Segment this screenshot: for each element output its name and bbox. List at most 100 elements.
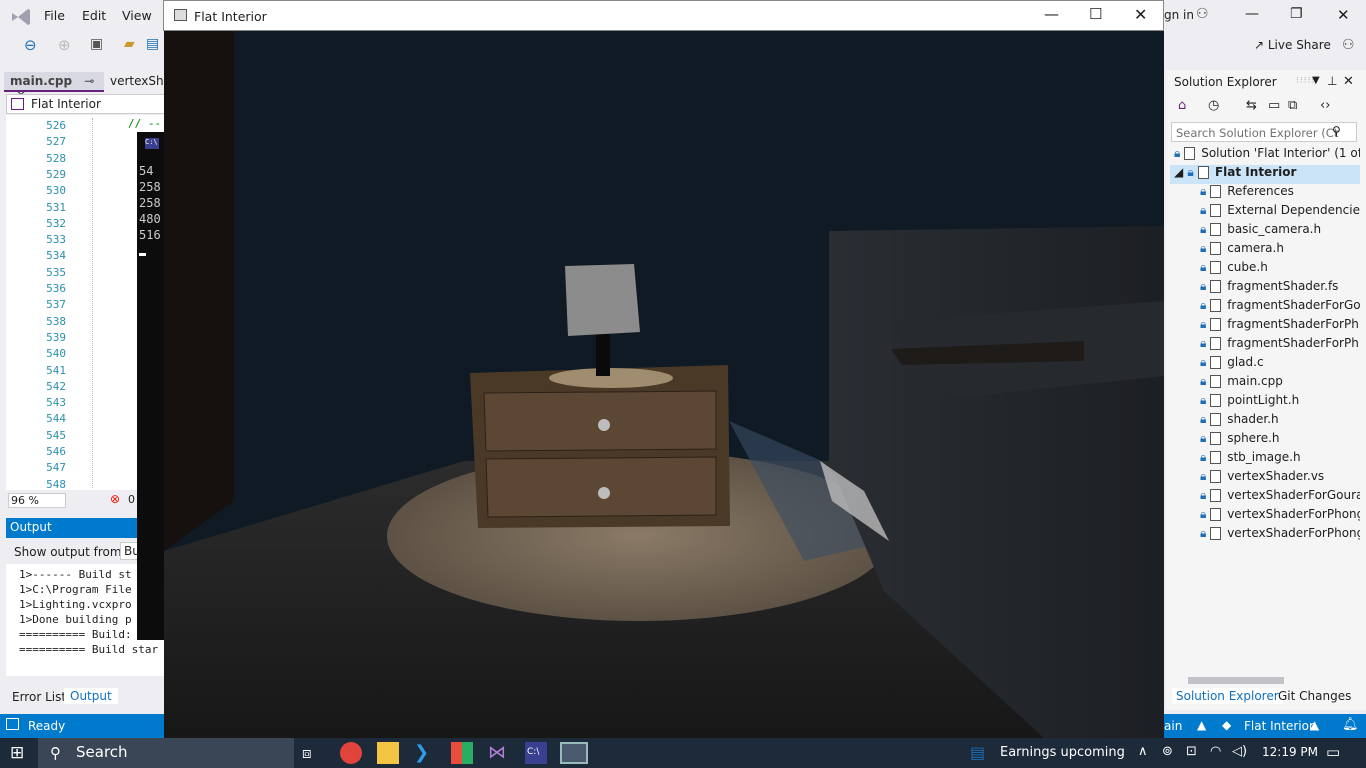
save-icon[interactable]: ▤ bbox=[146, 36, 159, 52]
vscode-icon[interactable]: ❯ bbox=[414, 742, 436, 764]
status-project[interactable]: Flat Interior bbox=[1244, 719, 1314, 733]
line-number: 540 bbox=[46, 347, 66, 361]
file-explorer-icon[interactable] bbox=[377, 742, 399, 764]
gl-window-title-bar[interactable]: Flat Interior — ☐ ✕ bbox=[163, 0, 1164, 31]
se-close-icon[interactable]: ✕ bbox=[1343, 74, 1354, 89]
meet-icon[interactable]: ⊚ bbox=[1162, 744, 1173, 759]
se-item-label: basic_camera.h bbox=[1227, 222, 1322, 236]
search-icon[interactable]: ⚲ bbox=[1332, 124, 1341, 138]
se-item[interactable]: 🔒︎ basic_camera.h bbox=[1170, 222, 1360, 241]
feedback-icon[interactable]: ⚇ bbox=[1342, 37, 1355, 53]
home-icon[interactable]: ⌂ bbox=[1178, 98, 1186, 113]
lock-icon: 🔒︎ bbox=[1200, 260, 1211, 274]
opengl-canvas[interactable] bbox=[164, 31, 1164, 738]
code-view-icon[interactable]: ‹› bbox=[1320, 98, 1330, 113]
se-item[interactable]: 🔒︎ shader.h bbox=[1170, 412, 1360, 431]
se-item[interactable]: 🔒︎ stb_image.h bbox=[1170, 450, 1360, 469]
gl-app-icon[interactable] bbox=[560, 742, 588, 764]
tab-vertex-shader[interactable]: vertexShac bbox=[104, 72, 178, 92]
console-window[interactable]: C:\ 54 258 258 480 516 bbox=[137, 132, 167, 640]
se-solution-row[interactable]: 🔒︎ Solution 'Flat Interior' (1 of 1 bbox=[1170, 146, 1360, 165]
pin-icon[interactable]: ⊸ bbox=[84, 74, 94, 88]
error-icon[interactable]: ⊗ bbox=[110, 492, 120, 506]
maximize-icon[interactable]: ☐ bbox=[1089, 5, 1102, 23]
vs-restore-icon[interactable]: ❐ bbox=[1290, 6, 1303, 22]
lock-icon: 🔒︎ bbox=[1200, 203, 1211, 217]
se-project-row[interactable]: ◢ 🔒︎ Flat Interior bbox=[1170, 165, 1360, 184]
solution-explorer-search[interactable]: Search Solution Explorer (Ct bbox=[1171, 122, 1357, 142]
tab-output[interactable]: Output bbox=[64, 688, 118, 704]
zoom-combo[interactable]: 96 % bbox=[8, 493, 66, 508]
se-item[interactable]: 🔒︎ glad.c bbox=[1170, 355, 1360, 374]
vs-close-icon[interactable]: ✕ bbox=[1337, 6, 1350, 24]
sync-icon[interactable]: ⇆ bbox=[1246, 98, 1257, 113]
open-folder-icon[interactable]: ▰ bbox=[124, 36, 135, 52]
visual-studio-logo-icon[interactable] bbox=[10, 6, 32, 28]
sign-in-link[interactable]: gn in bbox=[1164, 8, 1194, 22]
show-all-files-icon[interactable]: ⧉ bbox=[1288, 98, 1297, 113]
close-icon[interactable]: ✕ bbox=[1134, 5, 1147, 24]
account-icon[interactable]: ⚇ bbox=[1196, 6, 1209, 22]
forward-icon[interactable]: ⊕ bbox=[58, 36, 71, 54]
se-item[interactable]: 🔒︎ main.cpp bbox=[1170, 374, 1360, 393]
se-item[interactable]: 🔒︎ fragmentShader.fs bbox=[1170, 279, 1360, 298]
history-icon[interactable]: ◷ bbox=[1208, 98, 1219, 113]
news-text[interactable]: Earnings upcoming bbox=[1000, 745, 1125, 760]
volume-icon[interactable]: ◁) bbox=[1232, 744, 1247, 759]
back-icon[interactable]: ⊖ bbox=[24, 36, 37, 54]
menu-file[interactable]: File bbox=[44, 8, 65, 23]
se-item[interactable]: 🔒︎ vertexShader.vs bbox=[1170, 469, 1360, 488]
se-item[interactable]: 🔒︎ vertexShaderForGoura bbox=[1170, 488, 1360, 507]
se-item[interactable]: 🔒︎ pointLight.h bbox=[1170, 393, 1360, 412]
navigation-combo[interactable]: Flat Interior bbox=[6, 94, 166, 114]
vs-minimize-icon[interactable]: — bbox=[1245, 6, 1259, 22]
action-center-icon[interactable]: ▭ bbox=[1326, 743, 1340, 761]
file-icon bbox=[1210, 280, 1222, 293]
tab-git-changes[interactable]: Git Changes bbox=[1278, 689, 1351, 703]
se-dropdown-icon[interactable]: ▼ bbox=[1312, 75, 1320, 86]
notifications-icon[interactable]: 🔔︎ bbox=[1342, 717, 1359, 732]
task-view-icon[interactable]: ⧈ bbox=[302, 744, 312, 762]
menu-edit[interactable]: Edit bbox=[82, 8, 106, 23]
chrome-icon[interactable] bbox=[340, 742, 362, 764]
lock-icon: 🔒︎ bbox=[1200, 412, 1211, 426]
minimize-icon[interactable]: — bbox=[1044, 5, 1059, 23]
menu-view[interactable]: View bbox=[122, 8, 152, 23]
collapse-all-icon[interactable]: ▭ bbox=[1268, 98, 1280, 113]
chevron-up-icon[interactable]: ∧ bbox=[1138, 744, 1148, 759]
clock[interactable]: 12:19 PM bbox=[1262, 745, 1318, 759]
start-icon[interactable]: ⊞ bbox=[10, 743, 24, 763]
lamp-light bbox=[549, 368, 673, 388]
se-hscrollbar[interactable] bbox=[1178, 675, 1358, 685]
new-project-icon[interactable]: ▣ bbox=[90, 36, 103, 52]
scroll-thumb[interactable] bbox=[1188, 677, 1284, 684]
se-item-label: External Dependencies bbox=[1227, 203, 1360, 217]
tab-main-cpp[interactable]: main.cpp ⊸ ✕ bbox=[4, 72, 104, 102]
wifi-icon[interactable]: ◠ bbox=[1210, 744, 1221, 759]
se-item[interactable]: 🔒︎ vertexShaderForPhong bbox=[1170, 526, 1360, 545]
project-dropdown-icon[interactable]: ▲ bbox=[1310, 718, 1319, 732]
file-icon bbox=[1210, 489, 1222, 502]
lock-icon: 🔒︎ bbox=[1200, 336, 1211, 350]
pin-panel-icon[interactable]: ⊥ bbox=[1327, 74, 1337, 88]
se-item[interactable]: 🔒︎ camera.h bbox=[1170, 241, 1360, 260]
display-icon[interactable]: ⊡ bbox=[1186, 744, 1197, 759]
tab-error-list[interactable]: Error List bbox=[12, 690, 66, 704]
se-item[interactable]: 🔒︎ References bbox=[1170, 184, 1360, 203]
status-branch[interactable]: ain bbox=[1164, 719, 1182, 733]
office-icon[interactable] bbox=[451, 742, 473, 764]
tab-solution-explorer[interactable]: Solution Explorer bbox=[1172, 688, 1283, 704]
news-icon[interactable]: ▤ bbox=[970, 743, 985, 762]
console-app-icon[interactable]: C:\ bbox=[525, 742, 547, 764]
se-item[interactable]: 🔒︎ fragmentShaderForPh bbox=[1170, 317, 1360, 336]
se-item[interactable]: 🔒︎ cube.h bbox=[1170, 260, 1360, 279]
taskbar-search[interactable]: ⚲ Search bbox=[38, 738, 294, 768]
se-item[interactable]: 🔒︎ fragmentShaderForGo bbox=[1170, 298, 1360, 317]
visual-studio-icon[interactable]: ⋈ bbox=[488, 742, 510, 764]
se-item-label: cube.h bbox=[1227, 260, 1268, 274]
se-item[interactable]: 🔒︎ fragmentShaderForPh bbox=[1170, 336, 1360, 355]
se-item[interactable]: 🔒︎ External Dependencies bbox=[1170, 203, 1360, 222]
live-share-button[interactable]: ↗ Live Share bbox=[1254, 38, 1331, 52]
se-item[interactable]: 🔒︎ vertexShaderForPhong bbox=[1170, 507, 1360, 526]
se-item[interactable]: 🔒︎ sphere.h bbox=[1170, 431, 1360, 450]
